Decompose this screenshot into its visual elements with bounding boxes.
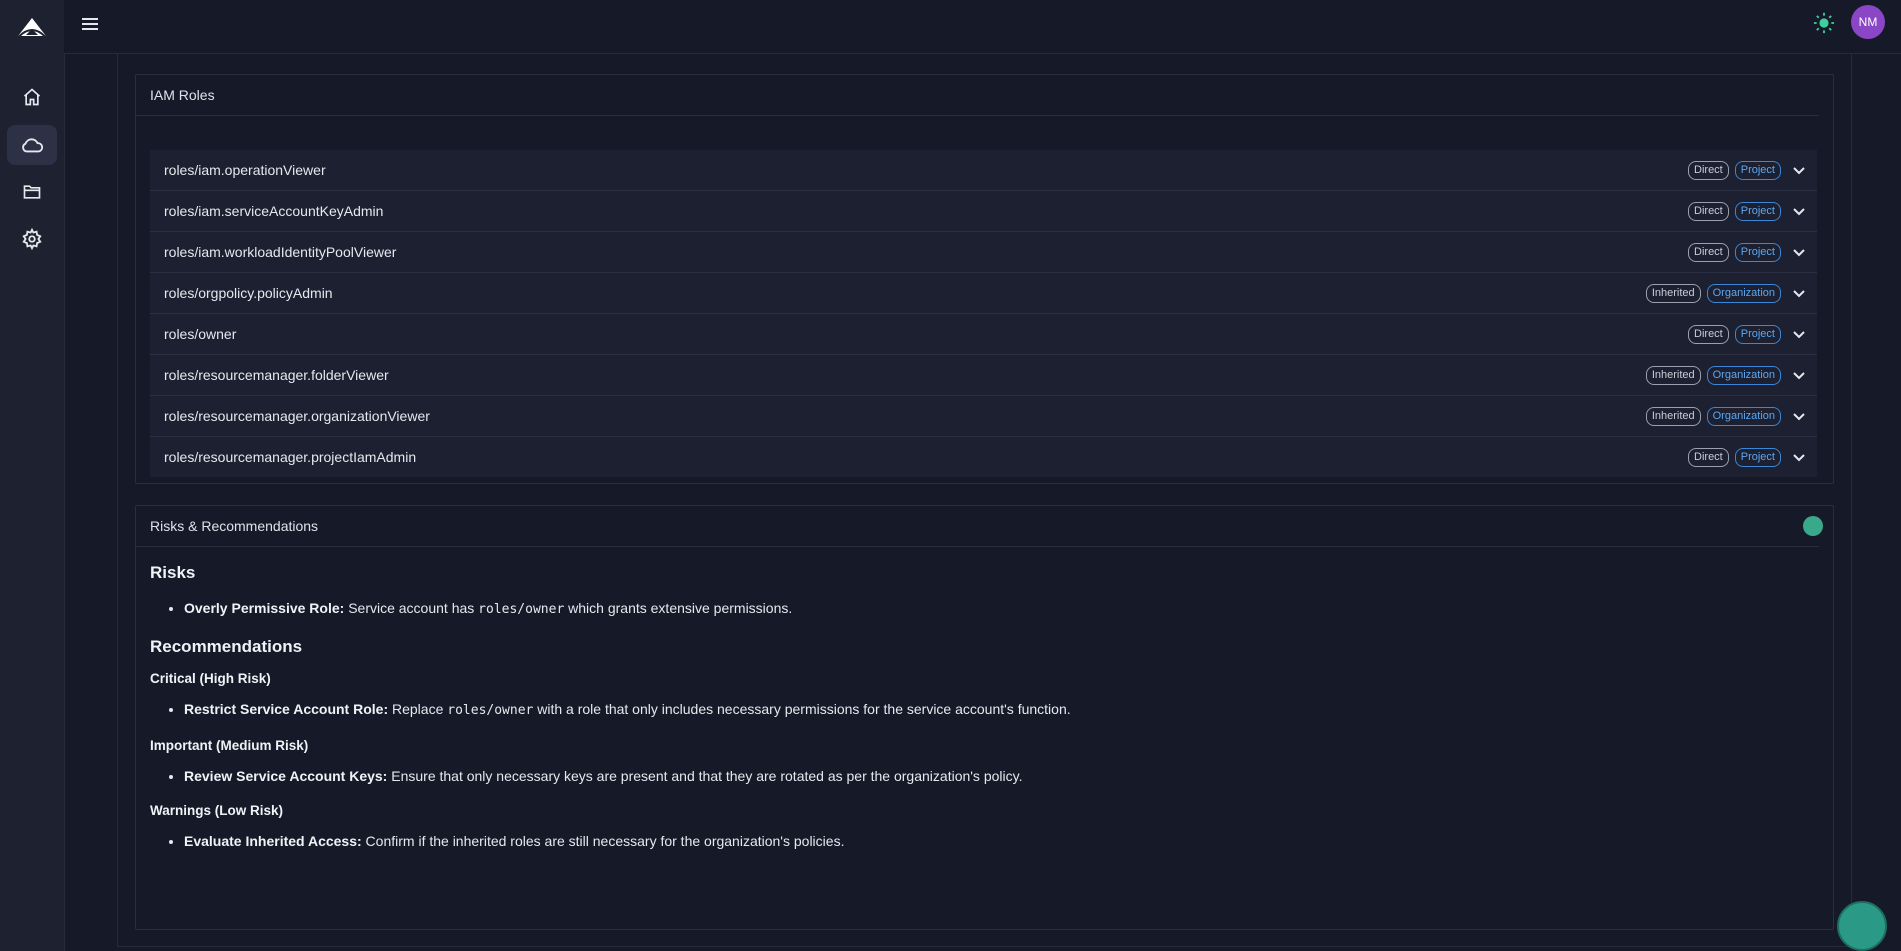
item-text: Service account has (344, 600, 479, 616)
item-text: Confirm if the inherited roles are still… (361, 833, 845, 849)
role-name: roles/resourcemanager.organizationViewer (164, 408, 430, 424)
chevron-down-icon[interactable] (1793, 287, 1805, 299)
item-title: Evaluate Inherited Access: (184, 833, 362, 849)
warnings-heading: Warnings (Low Risk) (150, 803, 284, 818)
risks-heading: Risks (150, 563, 196, 582)
role-name: roles/resourcemanager.folderViewer (164, 367, 389, 383)
role-scope-badge: Project (1734, 324, 1781, 344)
role-row[interactable]: roles/iam.workloadIdentityPoolViewer Dir… (150, 232, 1817, 273)
theme-toggle-sun-icon[interactable] (1813, 12, 1835, 34)
role-type-badge: Direct (1688, 324, 1729, 344)
role-row[interactable]: roles/resourcemanager.folderViewer Inher… (150, 355, 1817, 396)
role-name: roles/owner (164, 326, 237, 342)
list-item: Evaluate Inherited Access: Confirm if th… (184, 830, 1819, 852)
role-scope-badge: Organization (1706, 406, 1781, 426)
role-type-badge: Inherited (1645, 365, 1701, 385)
list-item: Restrict Service Account Role: Replace r… (184, 698, 1819, 722)
item-title: Review Service Account Keys: (184, 768, 388, 784)
chevron-down-icon[interactable] (1793, 451, 1805, 463)
risks-list: Overly Permissive Role: Service account … (150, 597, 1819, 621)
roles-list: roles/iam.operationViewer Direct Project … (150, 150, 1817, 477)
cloud-logo-icon[interactable] (15, 14, 49, 40)
role-scope-badge: Project (1734, 242, 1781, 262)
role-type-badge: Direct (1688, 160, 1729, 180)
role-type-badge: Direct (1688, 201, 1729, 221)
role-row[interactable]: roles/owner Direct Project (150, 314, 1817, 355)
settings-icon (22, 228, 42, 250)
role-row[interactable]: roles/iam.serviceAccountKeyAdmin Direct P… (150, 191, 1817, 232)
critical-list: Restrict Service Account Role: Replace r… (150, 698, 1819, 722)
role-name: roles/orgpolicy.policyAdmin (164, 285, 333, 301)
role-name: roles/resourcemanager.projectIamAdmin (164, 449, 417, 465)
nav-cloud[interactable] (7, 125, 57, 165)
role-type-badge: Direct (1688, 242, 1729, 262)
recommendations-heading: Recommendations (150, 637, 303, 656)
role-type-badge: Inherited (1645, 406, 1701, 426)
role-name: roles/iam.operationViewer (164, 162, 326, 178)
chevron-down-icon[interactable] (1793, 164, 1805, 176)
cloud-icon (22, 138, 44, 153)
chevron-down-icon[interactable] (1793, 328, 1805, 340)
critical-heading: Critical (High Risk) (150, 671, 271, 686)
item-text: Replace (388, 701, 448, 717)
item-code: roles/owner (478, 602, 565, 617)
item-text: with a role that only includes necessary… (533, 701, 1071, 717)
role-name: roles/iam.workloadIdentityPoolViewer (164, 244, 397, 260)
assistant-avatar-icon[interactable] (1803, 516, 1823, 536)
role-type-badge: Direct (1688, 447, 1729, 467)
sidebar (0, 0, 65, 951)
role-row[interactable]: roles/iam.operationViewer Direct Project (150, 150, 1817, 191)
role-row[interactable]: roles/resourcemanager.projectIamAdmin Di… (150, 437, 1817, 477)
item-text: which grants extensive permissions. (564, 600, 793, 616)
nav-folder[interactable] (7, 172, 57, 212)
iam-roles-panel: IAM Roles roles/iam.operationViewer Dire… (135, 74, 1834, 484)
role-row[interactable]: roles/orgpolicy.policyAdmin Inherited Org… (150, 273, 1817, 314)
list-item: Review Service Account Keys: Ensure that… (184, 765, 1819, 787)
nav-settings[interactable] (7, 219, 57, 259)
chevron-down-icon[interactable] (1793, 205, 1805, 217)
role-scope-badge: Project (1734, 447, 1781, 467)
menu-icon[interactable] (80, 14, 100, 34)
item-title: Restrict Service Account Role: (184, 701, 389, 717)
role-scope-badge: Organization (1706, 283, 1781, 303)
assistant-chat-icon[interactable] (1837, 901, 1887, 951)
role-type-badge: Inherited (1645, 283, 1701, 303)
role-scope-badge: Project (1734, 160, 1781, 180)
item-text: Ensure that only necessary keys are pres… (387, 768, 1023, 784)
item-title: Overly Permissive Role: (184, 600, 345, 616)
role-name: roles/iam.serviceAccountKeyAdmin (164, 203, 384, 219)
role-scope-badge: Project (1734, 201, 1781, 221)
chevron-down-icon[interactable] (1793, 246, 1805, 258)
home-icon (23, 88, 41, 106)
important-list: Review Service Account Keys: Ensure that… (150, 765, 1819, 787)
list-item: Overly Permissive Role: Service account … (184, 597, 1819, 621)
warnings-list: Evaluate Inherited Access: Confirm if th… (150, 830, 1819, 852)
folder-icon (23, 185, 41, 199)
iam-roles-title: IAM Roles (136, 75, 1819, 116)
risks-panel: Risks & Recommendations Risks Overly Per… (135, 505, 1834, 930)
risks-content: Risks Overly Permissive Role: Service ac… (136, 563, 1833, 852)
divider (1030, 53, 1850, 54)
chevron-down-icon[interactable] (1793, 369, 1805, 381)
user-avatar[interactable]: NM (1851, 5, 1885, 39)
chevron-down-icon[interactable] (1793, 410, 1805, 422)
role-scope-badge: Organization (1706, 365, 1781, 385)
role-row[interactable]: roles/resourcemanager.organizationViewer… (150, 396, 1817, 437)
nav-home[interactable] (7, 77, 57, 117)
important-heading: Important (Medium Risk) (150, 738, 309, 753)
risks-title: Risks & Recommendations (136, 506, 1819, 547)
item-code: roles/owner (447, 703, 534, 718)
top-bar: NM (64, 0, 1901, 54)
